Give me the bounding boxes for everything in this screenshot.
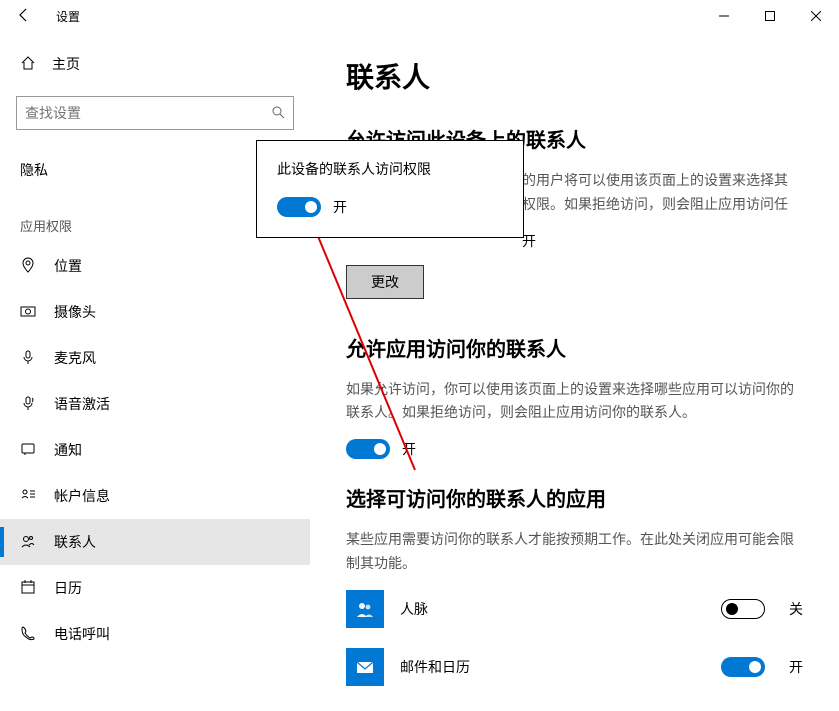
section2-desc: 如果允许访问，你可以使用该页面上的设置来选择哪些应用可以访问你的联系人。如果拒绝… [346, 378, 803, 426]
popup-title: 此设备的联系人访问权限 [277, 159, 503, 179]
minimize-button[interactable] [701, 0, 747, 32]
people-app-icon [346, 590, 384, 628]
app-name: 邮件和日历 [400, 657, 721, 677]
device-access-popup: 此设备的联系人访问权限 开 [256, 140, 524, 238]
sidebar-item-account[interactable]: 帐户信息 [0, 473, 310, 519]
change-button[interactable]: 更改 [346, 265, 424, 299]
sidebar-item-label: 联系人 [54, 532, 96, 552]
back-button[interactable] [0, 7, 48, 26]
voice-icon [20, 395, 40, 414]
phone-icon [20, 625, 40, 644]
sidebar-item-notifications[interactable]: 通知 [0, 427, 310, 473]
contacts-icon [20, 533, 40, 552]
sidebar-item-microphone[interactable]: 麦克风 [0, 335, 310, 381]
popup-toggle-label: 开 [333, 197, 347, 217]
section2-toggle[interactable] [346, 439, 390, 459]
search-icon [271, 105, 285, 122]
sidebar-item-contacts[interactable]: 联系人 [0, 519, 310, 565]
app-toggle-label: 开 [789, 657, 803, 677]
sidebar-item-label: 语音激活 [54, 394, 110, 414]
app-toggle-label: 关 [789, 599, 803, 619]
sidebar-item-label: 位置 [54, 256, 82, 276]
app-toggle-mail[interactable] [721, 657, 765, 677]
sidebar-item-label: 电话呼叫 [54, 624, 110, 644]
sidebar-item-voice[interactable]: 语音激活 [0, 381, 310, 427]
microphone-icon [20, 349, 40, 368]
search-box[interactable] [16, 96, 294, 130]
close-button[interactable] [793, 0, 839, 32]
account-icon [20, 487, 40, 506]
sidebar: 主页 隐私 应用权限 位置 摄像头 麦克风 语音激活 通知 [0, 32, 310, 711]
home-icon [20, 55, 40, 74]
home-link[interactable]: 主页 [0, 44, 310, 84]
app-toggle-people[interactable] [721, 599, 765, 619]
titlebar-title: 设置 [48, 8, 80, 25]
sidebar-item-label: 摄像头 [54, 302, 96, 322]
mail-app-icon [346, 648, 384, 686]
location-icon [20, 257, 40, 276]
sidebar-item-label: 通知 [54, 440, 82, 460]
notification-icon [20, 441, 40, 460]
window-controls [701, 0, 839, 32]
section2-title: 允许应用访问你的联系人 [346, 333, 803, 362]
sidebar-item-location[interactable]: 位置 [0, 243, 310, 289]
section3-title: 选择可访问你的联系人的应用 [346, 483, 803, 512]
app-row-mail: 邮件和日历 开 [346, 648, 803, 686]
sidebar-item-label: 帐户信息 [54, 486, 110, 506]
popup-toggle[interactable] [277, 197, 321, 217]
page-title: 联系人 [346, 56, 803, 96]
app-name: 人脉 [400, 599, 721, 619]
calendar-icon [20, 579, 40, 598]
main-content: 联系人 允许访问此设备上的联系人 的用户将可以使用该页面上的设置来选择其 权限。… [310, 32, 839, 711]
search-input[interactable] [25, 105, 271, 121]
home-label: 主页 [52, 54, 80, 74]
app-row-people: 人脉 关 [346, 590, 803, 628]
sidebar-item-label: 日历 [54, 578, 82, 598]
section2-toggle-label: 开 [402, 439, 416, 459]
section3-desc: 某些应用需要访问你的联系人才能按预期工作。在此处关闭应用可能会限制其功能。 [346, 528, 803, 576]
maximize-button[interactable] [747, 0, 793, 32]
sidebar-item-phone[interactable]: 电话呼叫 [0, 611, 310, 657]
camera-icon [20, 303, 40, 322]
sidebar-item-label: 麦克风 [54, 348, 96, 368]
sidebar-item-calendar[interactable]: 日历 [0, 565, 310, 611]
sidebar-item-camera[interactable]: 摄像头 [0, 289, 310, 335]
titlebar: 设置 [0, 0, 839, 32]
